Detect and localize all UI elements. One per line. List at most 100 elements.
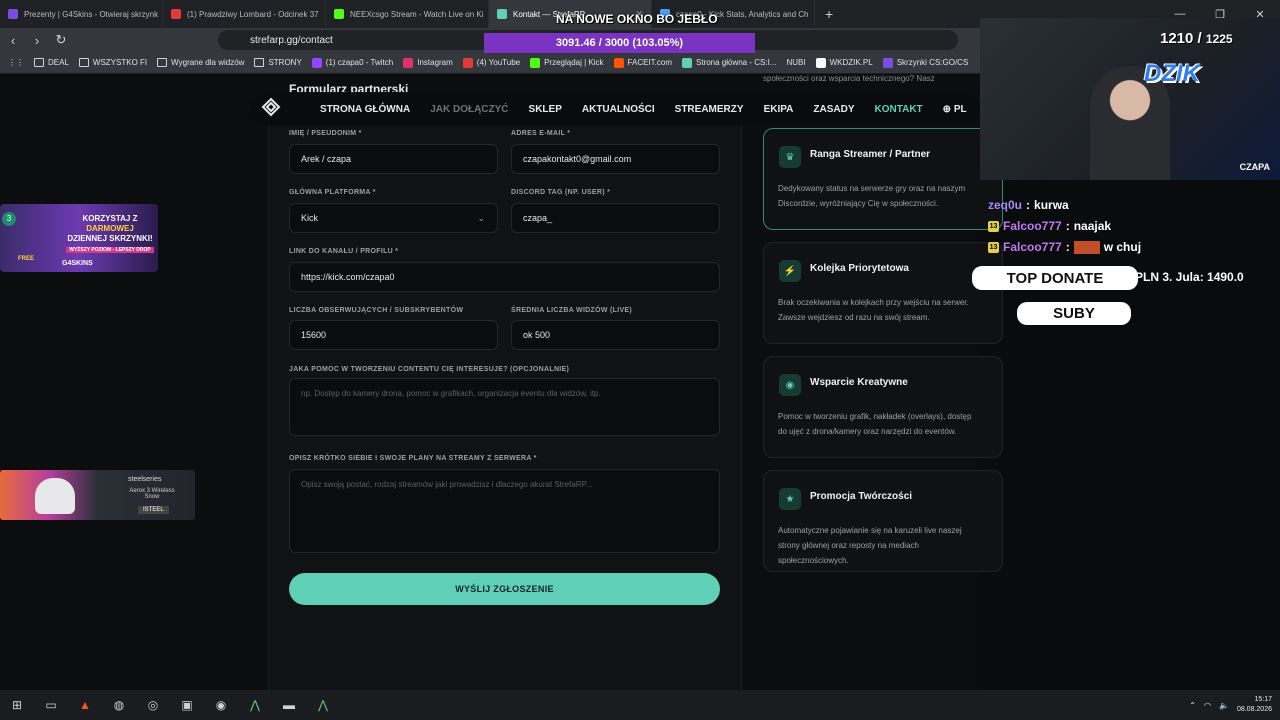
channel-link-field[interactable]: https://kick.com/czapa0	[289, 262, 720, 292]
forward-icon[interactable]: ›	[26, 29, 48, 51]
apps-icon[interactable]: ⋮⋮	[8, 58, 24, 67]
link-label: LINK DO KANAŁU / PROFILU *	[289, 248, 399, 255]
globe-icon: ⊕	[942, 103, 952, 115]
help-textarea[interactable]: np. Dostęp do kamery drona, pomoc w graf…	[289, 378, 720, 436]
chat-overlay: zeq0u: kurwa 13 Falcoo777: naajak 13 Falco…	[988, 195, 1141, 258]
tab-youtube[interactable]: (1) Prawdziwy Lombard - Odcinek 37	[163, 0, 326, 28]
discord-field[interactable]: czapa_	[511, 203, 720, 233]
feature-title: Wsparcie Kreatywne	[810, 377, 908, 388]
name-field[interactable]: Arek / czapa	[289, 144, 498, 174]
nav-home[interactable]: STRONA GŁÓWNA	[320, 104, 410, 115]
feature-card-streamer-rank: ♛ Ranga Streamer / Partner Dedykowany st…	[763, 128, 1003, 230]
nav-shop[interactable]: SKLEP	[529, 104, 562, 115]
donation-ticker: PLN 3. Jula: 1490.0	[1135, 270, 1244, 284]
trophy-icon: ♛	[779, 146, 801, 168]
nav-contact[interactable]: KONTAKT	[875, 104, 923, 115]
steam-icon[interactable]: ◍	[102, 690, 136, 720]
bookmark-link[interactable]: Instagram	[403, 57, 453, 68]
wifi-icon[interactable]: ◠	[1204, 701, 1211, 710]
folder-icon	[34, 58, 44, 67]
brave-icon[interactable]: ▲	[68, 690, 102, 720]
windows-taskbar: ⊞ ▭ ▲ ◍ ◎ ▣ ◉ ⋀ ▬ ⋀ ⌃ ◠ 🔈 15:17 08.08.202…	[0, 690, 1280, 720]
followers-field[interactable]: 15600	[289, 320, 498, 350]
app-icon[interactable]: ⋀	[238, 690, 272, 720]
kick-icon	[530, 57, 541, 68]
nav-how-to-join[interactable]: JAK DOŁĄCZYĆ	[430, 104, 508, 115]
level-badge: 3	[2, 212, 16, 226]
bookmark-link[interactable]: Przeglądaj | Kick	[530, 57, 604, 68]
camera-icon: ◉	[779, 374, 801, 396]
subs-label: SUBY	[1017, 302, 1131, 325]
name-label: IMIĘ / PSEUDONIM *	[289, 130, 362, 137]
faceit-icon	[613, 57, 624, 68]
bookmark-folder[interactable]: DEAL	[34, 58, 69, 67]
instagram-icon	[403, 57, 414, 68]
chevron-down-icon: ⌄	[477, 212, 485, 223]
feature-card-priority-queue: ⚡ Kolejka Priorytetowa Brak oczekiwania …	[763, 242, 1003, 344]
steelseries-ad[interactable]: steelseries Aerox 3 Wireless Snow ISTEEL	[0, 470, 195, 520]
sub-badge-icon: 13	[988, 221, 999, 232]
file-explorer-icon[interactable]: ▭	[34, 690, 68, 720]
nav-news[interactable]: AKTUALNOŚCI	[582, 104, 655, 115]
bookmark-link[interactable]: Skrzynki CS:GO/CS	[882, 57, 968, 68]
bookmark-folder[interactable]: STRONY	[254, 58, 302, 67]
bookmark-link[interactable]: (4) YouTube	[462, 57, 520, 68]
bookmark-link[interactable]: (1) czapa0 - Twitch	[311, 57, 393, 68]
site-nav: STRONA GŁÓWNA JAK DOŁĄCZYĆ SKLEP AKTUALN…	[250, 92, 980, 126]
windows-start-icon[interactable]: ⊞	[0, 690, 34, 720]
viewers-field[interactable]: ok 500	[511, 320, 720, 350]
emote-icon	[1073, 241, 1100, 254]
app-icon[interactable]: ⋀	[306, 690, 340, 720]
site-icon	[815, 57, 826, 68]
volume-icon[interactable]: 🔈	[1219, 701, 1229, 710]
back-icon[interactable]: ‹	[2, 29, 24, 51]
submit-button[interactable]: WYŚLIJ ZGŁOSZENIE	[289, 573, 720, 605]
bookmark-link[interactable]: NUBI	[786, 58, 805, 67]
new-tab-button[interactable]: +	[815, 6, 843, 22]
bookmark-link[interactable]: WKDZIK.PL	[815, 57, 873, 68]
plans-textarea[interactable]: Opisz swoją postać, rodzaj streamów jaki…	[289, 469, 720, 553]
clock[interactable]: 15:17 08.08.2026	[1237, 695, 1272, 715]
g4skins-ad[interactable]: 3 KORZYSTAJ Z DARMOWEJ DZIENNEJ SKRZYNKI…	[0, 204, 158, 272]
folder-icon	[157, 58, 168, 67]
bookmark-link[interactable]: Strona główna - CS:I...	[681, 57, 776, 68]
folder-icon	[254, 58, 265, 67]
tab-favicon-icon	[8, 9, 18, 19]
platform-select[interactable]: Kick ⌄	[289, 203, 498, 233]
star-icon: ★	[779, 488, 801, 510]
side-intro-text: społeczności oraz wsparcia technicznego?…	[763, 74, 935, 83]
webcam-overlay: CZAPA	[980, 18, 1280, 180]
site-icon	[882, 57, 893, 68]
plans-label: OPISZ KRÓTKO SIEBIE I SWOJE PLANY NA STR…	[289, 455, 537, 462]
obs-icon[interactable]: ◉	[204, 690, 238, 720]
donation-progress-bar: 3091.46 / 3000 (103.05%)	[484, 33, 755, 53]
bookmark-folder[interactable]: Wygrane dla widzów	[157, 58, 244, 67]
epic-games-icon[interactable]: ▣	[170, 690, 204, 720]
bookmark-folder[interactable]: WSZYSTKO FI	[78, 58, 147, 67]
chevron-up-icon[interactable]: ⌃	[1189, 701, 1196, 710]
chat-message: zeq0u: kurwa	[988, 198, 1069, 212]
feature-desc: Automatyczne pojawianie się na karuzeli …	[778, 526, 962, 565]
bookmark-link[interactable]: FACEIT.com	[613, 57, 672, 68]
tab-kick[interactable]: NEEXcsgo Stream - Watch Live on Ki	[326, 0, 489, 28]
kick-icon	[334, 9, 344, 19]
twitch-icon	[311, 57, 322, 68]
email-label: ADRES E-MAIL *	[511, 130, 571, 137]
strefarp-logo-icon[interactable]	[258, 94, 284, 120]
reload-icon[interactable]: ↻	[50, 29, 72, 51]
app-icon[interactable]: ▬	[272, 690, 306, 720]
feature-title: Kolejka Priorytetowa	[810, 263, 909, 274]
followers-label: LICZBA OBSERWUJĄCYCH / SUBSKRYBENTÓW	[289, 307, 464, 314]
youtube-icon	[171, 9, 181, 19]
overlay-headline: NA NOWE OKNO BO JEBŁO	[556, 12, 718, 26]
language-switch[interactable]: ⊕ PL	[943, 104, 967, 115]
email-field[interactable]: czapakontakt0@gmail.com	[511, 144, 720, 174]
nav-streamers[interactable]: STREAMERZY	[675, 104, 744, 115]
tab-g4skins[interactable]: Prezenty | G4Skins - Otwieraj skrzynk	[0, 0, 163, 28]
discord-icon[interactable]: ◎	[136, 690, 170, 720]
nav-rules[interactable]: ZASADY	[813, 104, 854, 115]
page-content: Formularz partnerski STRONA GŁÓWNA JAK D…	[0, 74, 1003, 701]
feature-title: Promocja Twórczości	[810, 491, 913, 502]
youtube-icon	[462, 57, 473, 68]
nav-team[interactable]: EKIPA	[764, 104, 794, 115]
